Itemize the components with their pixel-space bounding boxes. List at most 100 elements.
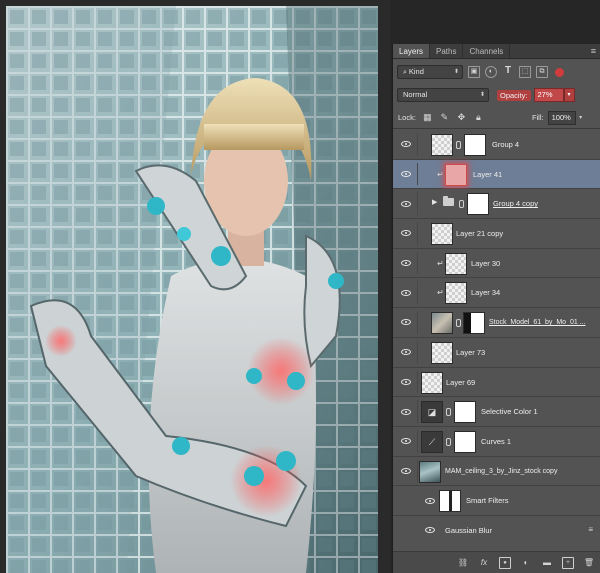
filter-toggle-icon[interactable] (555, 67, 564, 77)
visibility-eye-icon[interactable] (399, 338, 413, 367)
layer-thumbnail[interactable] (421, 371, 443, 394)
dropdown-arrow-icon: ⬍ (453, 69, 459, 75)
tab-channels[interactable]: Channels (463, 44, 511, 58)
visibility-eye-icon[interactable] (399, 397, 413, 426)
layer-name[interactable]: Smart Filters (466, 486, 509, 516)
layer-name[interactable]: Layer 21 copy (456, 219, 503, 249)
group-expand-arrow-icon[interactable]: ▶ (432, 198, 437, 206)
opacity-slider-arrow-icon[interactable]: ▾ (563, 88, 575, 102)
canvas-artwork[interactable] (6, 6, 378, 573)
layer-name[interactable]: Group 4 (492, 130, 519, 160)
chain-link-icon[interactable] (459, 200, 464, 209)
layer-name[interactable]: Layer 30 (471, 249, 500, 279)
opacity-field[interactable]: 27% (533, 88, 564, 102)
delete-layer-icon[interactable]: 🗑︎ (583, 557, 595, 569)
pixel-filter-icon[interactable]: ▣ (468, 66, 480, 78)
layer-row[interactable]: Group 4 (393, 130, 600, 160)
layer-row[interactable]: Layer 21 copy (393, 219, 600, 249)
layer-mask-thumbnail[interactable] (463, 312, 485, 335)
document-canvas-area[interactable] (0, 0, 390, 573)
visibility-eye-icon[interactable] (399, 308, 413, 337)
lock-all-icon[interactable]: 🔒︎ (473, 112, 484, 123)
clipping-arrow-icon: ↵ (437, 258, 444, 268)
layer-row[interactable]: Stock_Model_61_by_Mo_01 ... (393, 308, 600, 338)
layer-name[interactable]: MAM_ceiling_3_by_Jinz_stock copy (445, 457, 557, 487)
layer-thumbnail[interactable] (431, 134, 453, 156)
layer-row[interactable]: ↵ Layer 34 (393, 278, 600, 309)
visibility-eye-icon[interactable] (399, 160, 413, 189)
layer-row[interactable]: Layer 73 (393, 337, 600, 368)
visibility-eye-icon[interactable] (399, 368, 413, 397)
fill-field[interactable]: 100% (547, 110, 576, 125)
layer-name[interactable]: Layer 41 (473, 160, 502, 190)
adjustment-filter-icon[interactable]: ◐ (485, 66, 497, 78)
chain-link-icon[interactable] (456, 141, 461, 149)
selective-color-icon[interactable]: ◪ (421, 401, 443, 424)
layer-mask-thumbnail[interactable] (467, 193, 489, 216)
lock-transparent-icon[interactable]: ▦ (422, 112, 433, 123)
layer-thumbnail[interactable] (431, 223, 453, 246)
layer-row[interactable]: ↵ Layer 30 (393, 248, 600, 279)
new-group-icon[interactable]: ▬ (541, 557, 553, 569)
kind-filter-dropdown[interactable]: ⌕ Kind ⬍ (397, 65, 463, 79)
filter-options-icon[interactable]: ≡ (588, 525, 593, 534)
layer-name[interactable]: Layer 69 (446, 368, 475, 398)
blend-mode-value: Normal (403, 90, 428, 99)
layer-name[interactable]: Curves 1 (481, 427, 511, 457)
layer-row-smart-object[interactable]: MAM_ceiling_3_by_Jinz_stock copy (393, 456, 600, 487)
layer-name[interactable]: Group 4 copy (493, 189, 538, 219)
chain-link-icon[interactable] (446, 437, 451, 446)
tab-layers[interactable]: Layers (393, 44, 431, 58)
tab-paths[interactable]: Paths (430, 44, 464, 58)
smart-object-filter-icon[interactable]: ⧉ (536, 66, 548, 78)
layer-mask-thumbnail[interactable] (454, 430, 476, 453)
layer-row-adjustment[interactable]: ⟋ Curves 1 (393, 426, 600, 457)
layer-thumbnail[interactable] (445, 282, 467, 305)
smart-filter-row[interactable]: Gaussian Blur ≡ (393, 515, 600, 534)
add-mask-icon[interactable]: ● (499, 556, 511, 569)
panel-menu-icon[interactable]: ≡ (591, 44, 596, 59)
layer-mask-thumbnail[interactable] (454, 401, 476, 424)
blend-mode-dropdown[interactable]: Normal ⬍ (397, 88, 489, 102)
visibility-eye-icon[interactable] (399, 249, 413, 278)
visibility-eye-icon[interactable] (399, 219, 413, 248)
visibility-eye-icon[interactable] (423, 486, 437, 515)
chain-link-icon[interactable] (446, 408, 451, 417)
visibility-eye-icon[interactable] (399, 130, 413, 159)
new-layer-icon[interactable]: + (562, 556, 574, 569)
layer-thumbnail[interactable] (431, 341, 453, 364)
lock-move-icon[interactable]: ✥ (456, 112, 467, 123)
layer-filter-row: ⌕ Kind ⬍ ▣ ◐ T ⬚ ⧉ (393, 61, 600, 83)
new-adjustment-icon[interactable]: ◐ (520, 557, 532, 569)
layer-mask-thumbnail[interactable] (464, 134, 486, 156)
link-layers-icon[interactable]: ⛓ (457, 557, 469, 569)
panel-tab-bar: Layers Paths Channels ≡ (393, 44, 600, 59)
shape-filter-icon[interactable]: ⬚ (519, 66, 531, 78)
layer-row-adjustment[interactable]: ◪ Selective Color 1 (393, 397, 600, 427)
layer-thumbnail[interactable] (431, 312, 453, 335)
curves-icon[interactable]: ⟋ (421, 430, 443, 453)
layer-name[interactable]: Layer 34 (471, 278, 500, 308)
type-filter-icon[interactable]: T (502, 66, 514, 78)
visibility-eye-icon[interactable] (423, 516, 437, 534)
smart-filters-row[interactable]: Smart Filters (393, 486, 600, 516)
visibility-eye-icon[interactable] (399, 457, 413, 486)
fill-slider-arrow-icon[interactable]: ▾ (576, 111, 586, 125)
visibility-eye-icon[interactable] (399, 427, 413, 456)
layer-row-selected[interactable]: ↵ Layer 41 (393, 159, 600, 190)
layer-row[interactable]: Layer 69 (393, 367, 600, 398)
visibility-eye-icon[interactable] (399, 189, 413, 218)
layer-row-group[interactable]: ▶ Group 4 copy (393, 189, 600, 220)
add-style-icon[interactable]: fx (478, 557, 490, 569)
layer-thumbnail[interactable] (445, 252, 467, 275)
lock-paint-icon[interactable]: ✎ (439, 112, 450, 123)
layer-name[interactable]: Gaussian Blur (445, 516, 492, 534)
filter-mask-thumbnail[interactable] (439, 490, 461, 513)
layer-name[interactable]: Layer 73 (456, 338, 485, 368)
layer-thumbnail[interactable] (419, 460, 441, 483)
visibility-eye-icon[interactable] (399, 278, 413, 307)
layer-name[interactable]: Stock_Model_61_by_Mo_01 ... (489, 308, 586, 338)
layer-name[interactable]: Selective Color 1 (481, 397, 538, 427)
chain-link-icon[interactable] (456, 319, 461, 328)
layer-thumbnail[interactable] (445, 163, 467, 186)
